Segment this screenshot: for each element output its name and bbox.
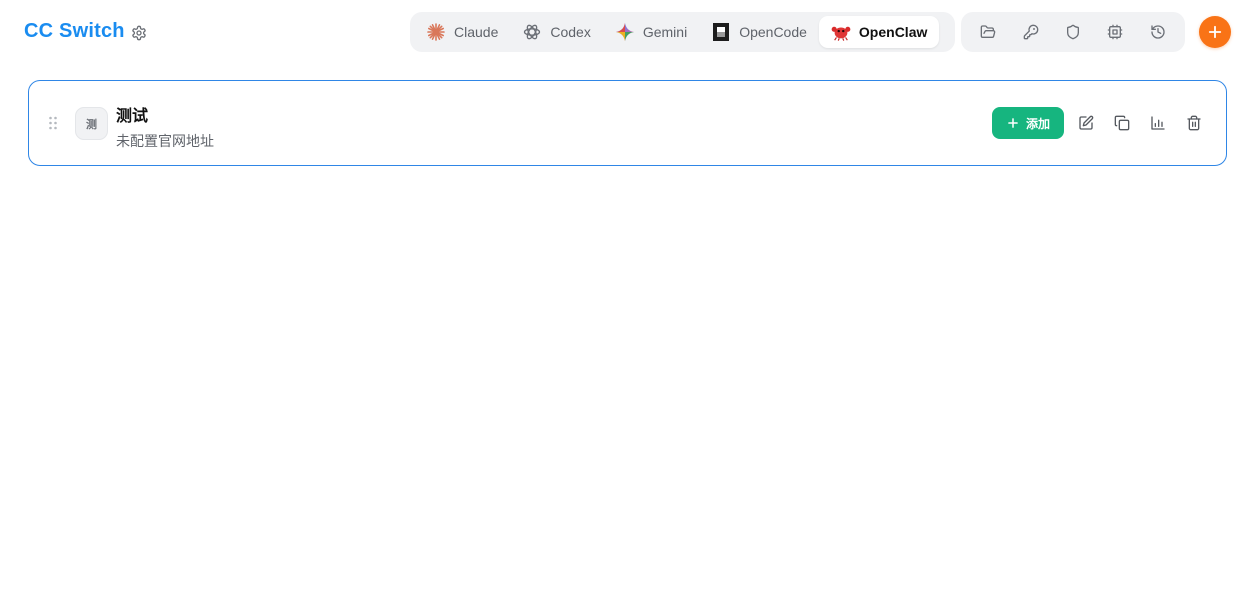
- duplicate-provider-button[interactable]: [1112, 113, 1132, 133]
- gemini-sparkle-icon: [615, 22, 635, 42]
- key-icon: [1023, 24, 1038, 40]
- toolbar: [961, 12, 1185, 52]
- tab-openclaw[interactable]: OpenClaw: [818, 16, 940, 48]
- plus-icon: [1208, 25, 1222, 39]
- app-title: CC Switch: [24, 20, 125, 42]
- cpu-chip-icon: [1108, 24, 1123, 40]
- tab-gemini[interactable]: Gemini: [603, 16, 699, 48]
- trash-icon: [1187, 115, 1201, 131]
- settings-button[interactable]: [128, 22, 150, 44]
- provider-name: 测试: [116, 108, 149, 125]
- shield-icon: [1066, 24, 1079, 40]
- app-window: CC Switch Claude Codex Gemini OpenCode O…: [0, 0, 1255, 600]
- history-icon: [1151, 25, 1165, 39]
- usage-stats-button[interactable]: [1148, 113, 1168, 133]
- enable-provider-button[interactable]: 添加: [992, 107, 1064, 139]
- history-button[interactable]: [1142, 16, 1174, 48]
- tab-codex[interactable]: Codex: [510, 16, 602, 48]
- edit-provider-button[interactable]: [1076, 113, 1096, 133]
- tab-label: Codex: [550, 24, 591, 40]
- tab-claude[interactable]: Claude: [414, 16, 510, 48]
- enable-provider-label: 添加: [1025, 116, 1050, 131]
- add-provider-button[interactable]: [1199, 16, 1231, 48]
- provider-avatar: 测: [75, 107, 108, 140]
- tab-label: OpenClaw: [858, 24, 928, 40]
- copy-icon: [1114, 115, 1130, 131]
- gear-icon: [132, 25, 146, 41]
- claude-asterisk-icon: [426, 22, 446, 42]
- delete-provider-button[interactable]: [1184, 113, 1204, 133]
- plus-icon: [1008, 118, 1018, 128]
- provider-card[interactable]: 测 测试 未配置官网地址 添加: [28, 80, 1227, 166]
- api-key-button[interactable]: [1015, 16, 1047, 48]
- openclaw-crab-icon: [831, 22, 851, 42]
- tab-label: Claude: [454, 24, 499, 40]
- open-folder-button[interactable]: [972, 16, 1004, 48]
- tab-label: OpenCode: [739, 24, 807, 40]
- app-tab-bar: Claude Codex Gemini OpenCode OpenClaw: [410, 12, 955, 52]
- codex-knot-icon: [522, 22, 542, 42]
- opencode-square-icon: [711, 22, 731, 42]
- provider-url: 未配置官网地址: [116, 133, 214, 149]
- drag-handle-icon[interactable]: [47, 115, 59, 131]
- bar-chart-icon: [1151, 116, 1165, 130]
- tab-opencode[interactable]: OpenCode: [699, 16, 819, 48]
- model-button[interactable]: [1099, 16, 1131, 48]
- folder-open-icon: [980, 25, 996, 38]
- edit-icon: [1079, 115, 1094, 130]
- security-button[interactable]: [1057, 16, 1089, 48]
- tab-label: Gemini: [642, 24, 688, 40]
